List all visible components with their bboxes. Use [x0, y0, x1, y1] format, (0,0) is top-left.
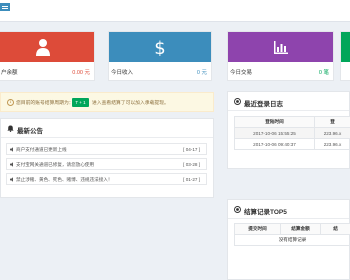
svg-text:$: $: [154, 38, 165, 56]
today-income-band: $: [109, 32, 211, 62]
settle-log-panel: 结算记录TOP5 提交时间 结算金额 结 没有结算记录: [227, 199, 350, 280]
today-income-value: 0 元: [196, 70, 207, 76]
table-header-row: 登陆时间 登: [234, 116, 350, 128]
news-panel-title: 最新公告: [17, 128, 43, 135]
login-log-title: 最近登录日志: [244, 101, 283, 108]
today-trade-value: 0 笔: [318, 70, 329, 76]
menu-toggle-icon[interactable]: [0, 3, 10, 11]
dollar-icon: $: [152, 38, 168, 56]
news-item[interactable]: 商户支付通道已更新上线 [ 04-17 ]: [6, 143, 207, 155]
column-header: 提交时间: [234, 223, 281, 235]
login-ip-cell: 223.96.x: [314, 127, 350, 139]
balance-card: 户余额 0.00 元: [0, 31, 95, 81]
table-row: 2017-10-06 15:55:25 223.96.x: [234, 127, 350, 139]
settle-log-table: 提交时间 结算金额 结 没有结算记录: [234, 223, 350, 246]
speaker-icon: [10, 147, 15, 152]
extra-card: [340, 31, 350, 81]
circle-dot-icon: [234, 206, 241, 213]
speaker-icon: [10, 162, 15, 167]
bell-icon: [7, 125, 14, 132]
news-panel: 最新公告 商户支付通道已更新上线 [ 04-17 ] 支付宝网关通道已修复，请您…: [0, 118, 214, 198]
today-trade-label: 今日交易: [230, 70, 253, 76]
news-item-title: 禁止涉赌、黄色、死色、赌博、违规违法接入！: [16, 177, 113, 182]
settle-cycle-badge[interactable]: T + 1: [72, 98, 89, 107]
empty-state-cell: 没有结算记录: [234, 234, 350, 246]
news-item-date: [ 03-28 ]: [183, 162, 200, 167]
column-header: 登: [314, 116, 350, 128]
settle-log-header: 结算记录TOP5: [228, 200, 349, 219]
user-icon: [35, 38, 51, 56]
news-item[interactable]: 禁止涉赌、黄色、死色、赌博、违规违法接入！ [ 01-27 ]: [6, 173, 207, 185]
today-income-card: $ 今日收入 0 元: [108, 31, 212, 81]
extra-band: [341, 32, 350, 62]
today-trade-band: [228, 32, 333, 62]
speaker-icon: [10, 177, 15, 182]
balance-band: [0, 32, 94, 62]
login-time-cell: 2017-10-06 15:55:25: [234, 127, 315, 139]
notice-text-after: 进入查看结算了可以加入承载提现。: [92, 101, 169, 106]
column-header: 登陆时间: [234, 116, 315, 128]
settle-log-title: 结算记录TOP5: [244, 209, 287, 216]
login-ip-cell: 223.96.x: [314, 138, 350, 150]
table-header-row: 提交时间 结算金额 结: [234, 223, 350, 235]
login-log-table: 登陆时间 登 2017-10-06 15:55:25 223.96.x 2017…: [234, 116, 350, 150]
login-log-header: 最近登录日志: [228, 92, 349, 111]
table-row: 没有结算记录: [234, 234, 350, 246]
news-item-title: 支付宝网关通道已修复，请您放心使用: [16, 162, 95, 167]
today-income-label: 今日收入: [111, 70, 134, 76]
settle-cycle-notice: 您目前的账号结算周期为： T + 1 进入查看结算了可以加入承载提现。: [0, 92, 214, 112]
top-navbar: [0, 0, 350, 22]
column-header: 结: [320, 223, 350, 235]
notice-text: 您目前的账号结算周期为：: [16, 101, 74, 106]
news-item-title: 商户支付通道已更新上线: [16, 147, 67, 152]
balance-label: 户余额: [1, 70, 18, 76]
today-trade-card: 今日交易 0 笔: [227, 31, 334, 81]
balance-value: 0.00 元: [72, 70, 90, 76]
news-item-date: [ 04-17 ]: [183, 147, 200, 152]
news-item-date: [ 01-27 ]: [183, 177, 200, 182]
login-log-panel: 最近登录日志 登陆时间 登 2017-10-06 15:55:25 223.96…: [227, 91, 350, 169]
bar-chart-icon: [273, 38, 289, 56]
login-time-cell: 2017-10-06 09:40:37: [234, 138, 315, 150]
info-icon: [7, 99, 14, 106]
news-item[interactable]: 支付宝网关通道已修复，请您放心使用 [ 03-28 ]: [6, 158, 207, 170]
column-header: 结算金额: [280, 223, 321, 235]
circle-dot-icon: [234, 98, 241, 105]
news-panel-header: 最新公告: [1, 119, 213, 138]
table-row: 2017-10-06 09:40:37 223.96.x: [234, 138, 350, 150]
